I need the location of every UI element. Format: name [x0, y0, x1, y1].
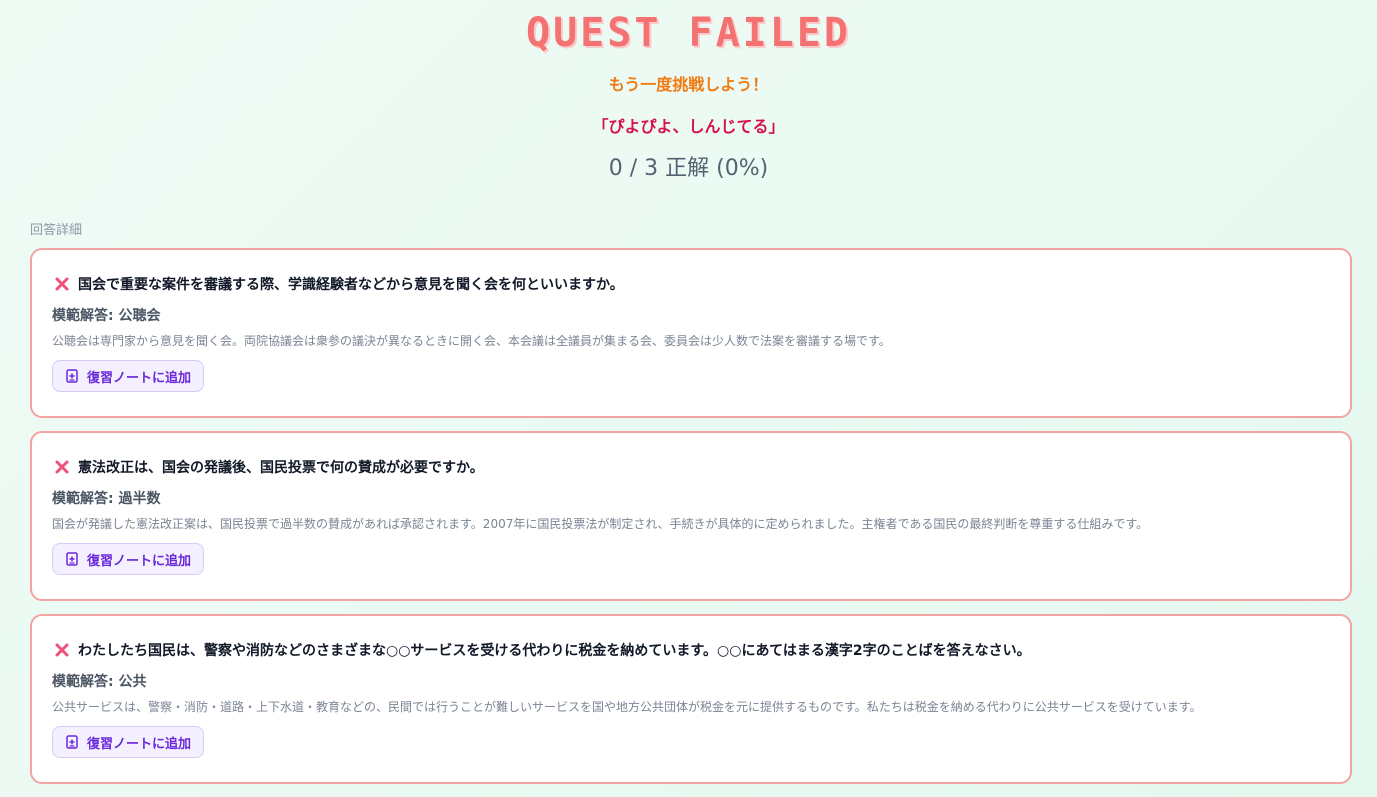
- model-answer: 模範解答: 公聴会: [52, 308, 161, 324]
- add-to-review-note-label: 復習ノートに追加: [87, 370, 192, 386]
- score-summary: 0 / 3 正解 (0%): [608, 156, 769, 181]
- mascot-quote: 「ぴよぴよ、しんじてる」: [592, 117, 785, 136]
- question-text: わたしたち国民は、警察や消防などのさまざまな○○サービスを受ける代わりに税金を納…: [78, 643, 1031, 659]
- retry-message: もう一度挑戦しよう！: [608, 75, 769, 94]
- add-to-review-note-button[interactable]: 復習ノートに追加: [52, 726, 205, 758]
- add-note-icon: [65, 735, 79, 749]
- add-note-icon: [65, 369, 79, 383]
- question-text: 憲法改正は、国会の発議後、国民投票で何の賛成が必要ですか。: [78, 460, 484, 476]
- add-to-review-note-button[interactable]: 復習ノートに追加: [52, 543, 205, 575]
- question-line: 憲法改正は、国会の発議後、国民投票で何の賛成が必要ですか。: [52, 455, 1330, 479]
- answer-details-label: 回答詳細: [30, 223, 83, 238]
- explanation-text: 国会が発議した憲法改正案は、国民投票で過半数の賛成があれば承認されます。2007…: [52, 517, 1149, 531]
- explanation-text: 公聴会は専門家から意見を聞く会。両院協議会は衆参の議決が異なるときに開く会、本会…: [52, 334, 891, 348]
- answer-card: 国会で重要な案件を審議する際、学識経験者などから意見を聞く会を何といいますか。 …: [30, 248, 1352, 418]
- cross-icon: [52, 457, 72, 477]
- question-line: 国会で重要な案件を審議する際、学識経験者などから意見を聞く会を何といいますか。: [52, 272, 1330, 296]
- result-header: QUEST FAILED もう一度挑戦しよう！ 「ぴよぴよ、しんじてる」 0 /…: [0, 0, 1377, 184]
- model-answer: 模範解答: 過半数: [52, 491, 161, 507]
- answer-card: わたしたち国民は、警察や消防などのさまざまな○○サービスを受ける代わりに税金を納…: [30, 614, 1352, 784]
- explanation-text: 公共サービスは、警察・消防・道路・上下水道・教育などの、民間では行うことが難しい…: [52, 700, 1202, 714]
- question-line: わたしたち国民は、警察や消防などのさまざまな○○サービスを受ける代わりに税金を納…: [52, 638, 1330, 662]
- add-to-review-note-button[interactable]: 復習ノートに追加: [52, 360, 205, 392]
- add-to-review-note-label: 復習ノートに追加: [87, 553, 192, 569]
- model-answer: 模範解答: 公共: [52, 674, 147, 690]
- answer-card: 憲法改正は、国会の発議後、国民投票で何の賛成が必要ですか。 模範解答: 過半数 …: [30, 431, 1352, 601]
- add-note-icon: [65, 552, 79, 566]
- answer-list: 国会で重要な案件を審議する際、学識経験者などから意見を聞く会を何といいますか。 …: [30, 248, 1352, 797]
- quest-failed-title: QUEST FAILED: [526, 10, 851, 56]
- cross-icon: [52, 640, 72, 660]
- add-to-review-note-label: 復習ノートに追加: [87, 736, 192, 752]
- cross-icon: [52, 274, 72, 294]
- question-text: 国会で重要な案件を審議する際、学識経験者などから意見を聞く会を何といいますか。: [78, 277, 624, 293]
